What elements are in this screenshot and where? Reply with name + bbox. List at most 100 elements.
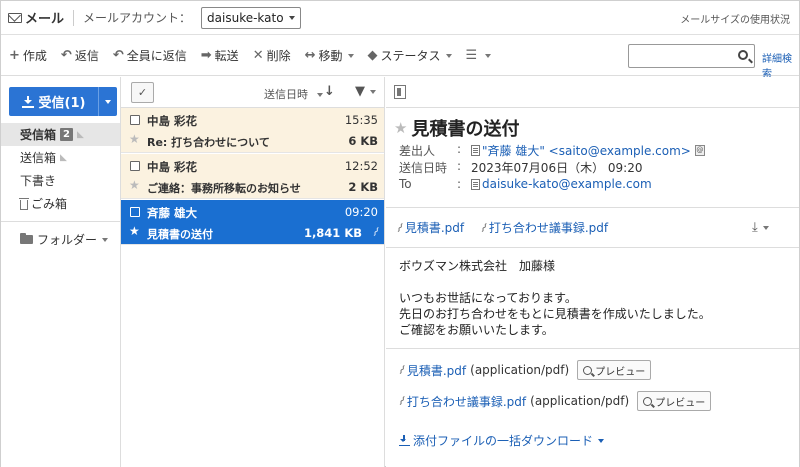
move-label: 移動 xyxy=(318,49,343,63)
message-checkbox[interactable] xyxy=(130,207,140,217)
message-sender: 中島 彩花 xyxy=(147,160,198,174)
body-line: 先日のお打ち合わせをもとに見積書を作成いたしました。 xyxy=(399,307,711,321)
attachment-row: ⌇ 打ち合わせ議事録.pdf (application/pdf) プレビュー xyxy=(396,391,712,411)
message-checkbox[interactable] xyxy=(130,115,140,125)
receive-dropdown-button[interactable] xyxy=(99,87,117,116)
app-title[interactable]: メール xyxy=(8,8,64,27)
more-menu-button[interactable]: ☰ xyxy=(466,48,492,63)
date-value: 2023年07月06日（木） 09:20 xyxy=(471,161,643,175)
search-box xyxy=(628,44,755,68)
chevron-down-icon xyxy=(370,89,376,94)
attachment-link[interactable]: 打ち合わせ議事録.pdf xyxy=(407,393,526,410)
download-icon xyxy=(21,95,34,108)
reply-button[interactable]: ↶ 返信 xyxy=(61,47,99,64)
address-card-icon xyxy=(471,145,480,156)
mail-app: メール メールアカウント： daisuke-kato メールサイズの使用状況 +… xyxy=(0,0,800,467)
filter-icon[interactable]: ▼ xyxy=(355,84,376,99)
search-icon[interactable] xyxy=(738,50,748,60)
colon: : xyxy=(457,142,462,156)
move-button[interactable]: ↔ 移動 xyxy=(305,47,354,64)
chevron-down-icon xyxy=(762,225,769,230)
divider xyxy=(1,221,120,222)
bulk-download-link[interactable]: 添付ファイルの一括ダウンロード xyxy=(399,432,605,449)
status-label: ステータス xyxy=(380,49,441,63)
detail-header xyxy=(386,77,799,108)
to-value: daisuke-kato@example.com xyxy=(471,177,652,191)
divider xyxy=(73,9,75,26)
receive-button-group: 受信(1) xyxy=(9,87,117,116)
contact-icon[interactable]: @ xyxy=(694,145,705,156)
star-icon[interactable]: ★ xyxy=(394,119,407,137)
sender-link[interactable]: "斉藤 雄大" <saito@example.com> xyxy=(482,142,691,159)
download-icon xyxy=(399,435,410,446)
message-sender: 中島 彩花 xyxy=(147,114,198,128)
list-item[interactable]: ★ 中島 彩花 15:35 Re: 打ち合わせについて 6 KB xyxy=(121,108,384,153)
message-time: 12:52 xyxy=(344,159,378,173)
sidebar-item-sent[interactable]: 送信箱 ◣ xyxy=(1,146,120,169)
from-label: 差出人 xyxy=(399,144,436,158)
download-menu-button[interactable]: ⤓ xyxy=(752,220,769,235)
body-line xyxy=(399,274,711,290)
receive-button[interactable]: 受信(1) xyxy=(9,87,99,116)
reply-all-button[interactable]: ↶ 全員に返信 xyxy=(113,47,187,64)
list-item-selected[interactable]: ★ 斉藤 雄大 09:20 見積書の送付 1,841 KB ⌇ xyxy=(121,200,384,245)
sidebar-item-inbox[interactable]: 受信箱 2 ◣ xyxy=(1,123,120,146)
star-icon[interactable]: ★ xyxy=(129,224,140,238)
sidebar: 受信(1) 受信箱 2 ◣ 送信箱 ◣ 下書き ごみ箱 フォルダー xyxy=(1,77,121,467)
message-checkbox[interactable] xyxy=(130,161,140,171)
compose-button[interactable]: + 作成 xyxy=(9,47,47,64)
app-title-label: メール xyxy=(25,12,65,27)
colon: : xyxy=(457,159,462,173)
recipient-link[interactable]: daisuke-kato@example.com xyxy=(482,177,652,191)
download-icon: ⤓ xyxy=(752,220,758,235)
account-select[interactable]: daisuke-kato xyxy=(201,6,301,29)
attachment-link[interactable]: ⌇ 打ち合わせ議事録.pdf xyxy=(478,219,608,236)
sort-direction-icon[interactable]: ↓ xyxy=(324,84,335,99)
from-value: "斉藤 雄大" <saito@example.com> @ xyxy=(471,142,705,159)
feed-icon: ◣ xyxy=(60,152,67,163)
reply-label: 返信 xyxy=(74,49,99,63)
list-item[interactable]: ★ 中島 彩花 12:52 ご連絡：事務所移転のお知らせ 2 KB xyxy=(121,154,384,199)
sort-dropdown[interactable]: 送信日時 xyxy=(264,86,323,102)
mail-usage-link[interactable]: メールサイズの使用状況 xyxy=(680,11,790,26)
body-line: いつもお世話になっております。 xyxy=(399,291,577,305)
forward-label: 転送 xyxy=(214,49,239,63)
top-bar: メール メールアカウント： daisuke-kato メールサイズの使用状況 xyxy=(1,1,799,35)
plus-icon: + xyxy=(9,48,20,63)
compose-label: 作成 xyxy=(22,49,47,63)
chevron-down-icon xyxy=(445,53,452,58)
select-all-checkbox[interactable]: ✓ xyxy=(131,82,154,103)
forward-icon: ➡ xyxy=(200,48,212,63)
chevron-down-icon xyxy=(347,53,354,58)
chevron-down-icon xyxy=(598,438,605,443)
status-button[interactable]: ◆ ステータス xyxy=(368,47,452,64)
folder-icon xyxy=(20,233,33,244)
attachment-link[interactable]: ⌇ 見積書.pdf xyxy=(394,219,464,236)
attachment-link[interactable]: 見積書.pdf xyxy=(407,362,466,379)
chevron-down-icon xyxy=(105,99,111,104)
folder-menu[interactable]: フォルダー xyxy=(1,228,120,251)
sidebar-item-drafts[interactable]: 下書き xyxy=(1,169,120,192)
to-label: To xyxy=(399,177,412,191)
advanced-search-link[interactable]: 詳細検索 xyxy=(762,50,799,80)
date-label: 送信日時 xyxy=(399,161,448,175)
bulk-download-label: 添付ファイルの一括ダウンロード xyxy=(413,434,594,448)
sort-label: 送信日時 xyxy=(264,88,308,101)
folder-menu-label: フォルダー xyxy=(37,233,98,247)
account-select-value: daisuke-kato xyxy=(207,10,284,25)
reply-all-icon: ↶ xyxy=(112,48,124,63)
forward-button[interactable]: ➡ 転送 xyxy=(201,47,239,64)
preview-button[interactable]: プレビュー xyxy=(637,391,712,411)
pane-toggle-icon[interactable] xyxy=(394,85,406,99)
search-input[interactable] xyxy=(631,47,733,65)
mail-icon xyxy=(8,12,22,23)
preview-button[interactable]: プレビュー xyxy=(577,360,652,380)
delete-button[interactable]: ✕ 削除 xyxy=(253,47,291,64)
sidebar-item-trash[interactable]: ごみ箱 xyxy=(1,192,120,215)
message-list-header: ✓ 送信日時 ↓ ▼ xyxy=(121,77,384,108)
star-icon[interactable]: ★ xyxy=(129,178,140,192)
star-icon[interactable]: ★ xyxy=(129,132,140,146)
feed-icon: ◣ xyxy=(76,129,84,140)
message-subject: 見積書の送付 xyxy=(147,228,213,241)
body-line: ご確認をお願いいたします。 xyxy=(399,323,554,337)
